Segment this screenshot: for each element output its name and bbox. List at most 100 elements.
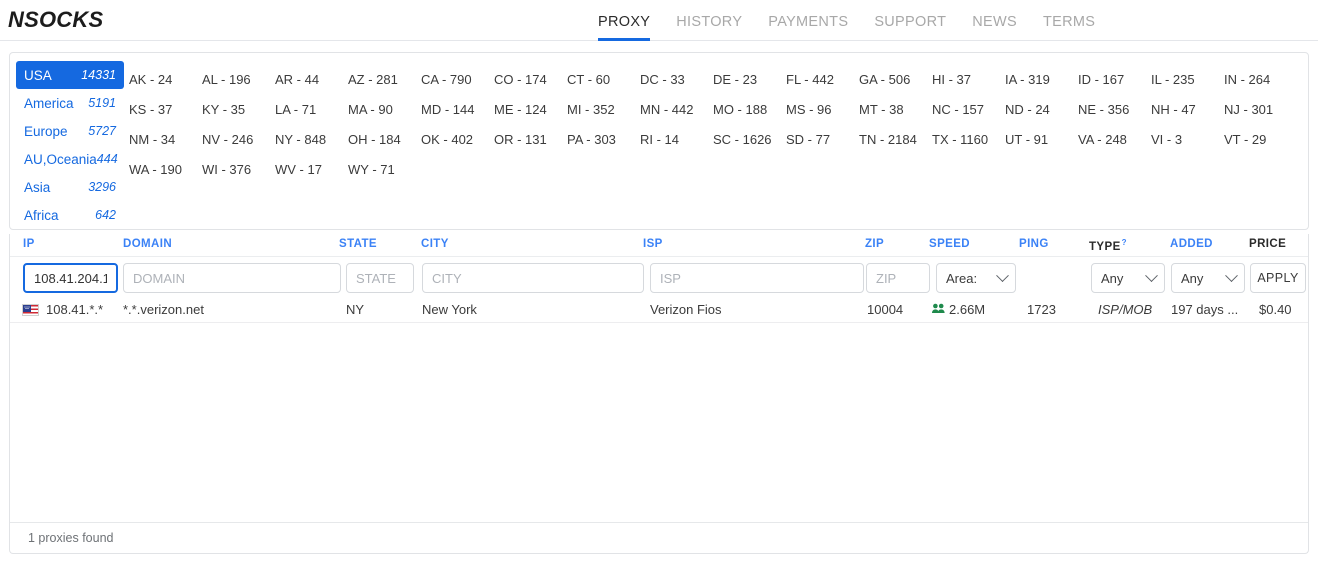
state-item[interactable]: UT - 91 bbox=[1005, 125, 1078, 155]
state-item[interactable]: MT - 38 bbox=[859, 95, 932, 125]
state-item[interactable]: NC - 157 bbox=[932, 95, 1005, 125]
state-item[interactable]: WI - 376 bbox=[202, 155, 275, 185]
region-count: 3296 bbox=[88, 180, 116, 194]
region-count: 14331 bbox=[81, 68, 116, 82]
nav-item-terms[interactable]: TERMS bbox=[1043, 0, 1095, 41]
state-item[interactable]: VI - 3 bbox=[1151, 125, 1224, 155]
state-item[interactable]: WY - 71 bbox=[348, 155, 421, 185]
state-item[interactable]: OK - 402 bbox=[421, 125, 494, 155]
state-item[interactable]: DC - 33 bbox=[640, 65, 713, 95]
state-item[interactable]: NV - 246 bbox=[202, 125, 275, 155]
region-item-europe[interactable]: Europe 5727 bbox=[16, 117, 124, 145]
filter-zip-input[interactable] bbox=[866, 263, 930, 293]
state-item[interactable]: HI - 37 bbox=[932, 65, 1005, 95]
state-item[interactable]: IL - 235 bbox=[1151, 65, 1224, 95]
state-item[interactable]: VT - 29 bbox=[1224, 125, 1297, 155]
filter-state-input[interactable] bbox=[346, 263, 414, 293]
state-item[interactable]: LA - 71 bbox=[275, 95, 348, 125]
region-count: 5727 bbox=[88, 124, 116, 138]
state-item[interactable]: CA - 790 bbox=[421, 65, 494, 95]
nav-item-news[interactable]: NEWS bbox=[972, 0, 1017, 41]
state-item[interactable]: IN - 264 bbox=[1224, 65, 1297, 95]
filter-ip-input[interactable] bbox=[23, 263, 118, 293]
nav-item-payments[interactable]: PAYMENTS bbox=[768, 0, 848, 41]
state-item[interactable]: TX - 1160 bbox=[932, 125, 1005, 155]
filter-added-select[interactable]: Any bbox=[1171, 263, 1245, 293]
column-header-domain[interactable]: DOMAIN bbox=[123, 238, 172, 250]
region-count: 5191 bbox=[88, 96, 116, 110]
state-item[interactable]: WA - 190 bbox=[129, 155, 202, 185]
column-header-ip[interactable]: IP bbox=[23, 238, 35, 250]
state-item[interactable]: ID - 167 bbox=[1078, 65, 1151, 95]
region-name: Europe bbox=[24, 123, 68, 139]
state-item[interactable]: AL - 196 bbox=[202, 65, 275, 95]
region-item-asia[interactable]: Asia 3296 bbox=[16, 173, 124, 201]
state-item[interactable]: MA - 90 bbox=[348, 95, 421, 125]
region-name: USA bbox=[24, 67, 52, 83]
state-item[interactable]: PA - 303 bbox=[567, 125, 640, 155]
state-item[interactable]: KS - 37 bbox=[129, 95, 202, 125]
state-item[interactable]: MS - 96 bbox=[786, 95, 859, 125]
state-item[interactable]: SC - 1626 bbox=[713, 125, 786, 155]
column-header-city[interactable]: CITY bbox=[421, 238, 449, 250]
brand-logo[interactable]: NSOCKS bbox=[0, 7, 103, 33]
state-item[interactable]: MI - 352 bbox=[567, 95, 640, 125]
filter-domain-input[interactable] bbox=[123, 263, 341, 293]
state-item[interactable]: AR - 44 bbox=[275, 65, 348, 95]
state-item[interactable]: WV - 17 bbox=[275, 155, 348, 185]
state-item[interactable]: OH - 184 bbox=[348, 125, 421, 155]
filter-type-select[interactable]: Any bbox=[1091, 263, 1165, 293]
us-flag-icon bbox=[22, 304, 39, 316]
state-item[interactable]: NM - 34 bbox=[129, 125, 202, 155]
column-header-ping[interactable]: PING bbox=[1019, 238, 1049, 250]
chevron-down-icon bbox=[1145, 268, 1158, 282]
column-header-isp[interactable]: ISP bbox=[643, 238, 663, 250]
filter-area-select[interactable]: Area: bbox=[936, 263, 1016, 293]
state-item[interactable]: NJ - 301 bbox=[1224, 95, 1297, 125]
nav-item-history[interactable]: HISTORY bbox=[676, 0, 742, 41]
state-item[interactable]: VA - 248 bbox=[1078, 125, 1151, 155]
region-item-africa[interactable]: Africa 642 bbox=[16, 201, 124, 229]
state-item[interactable]: NH - 47 bbox=[1151, 95, 1224, 125]
table-body: 108.41.*.* *.*.verizon.net NY New York Veriz… bbox=[10, 298, 1308, 323]
state-item[interactable]: CO - 174 bbox=[494, 65, 567, 95]
state-item[interactable]: FL - 442 bbox=[786, 65, 859, 95]
cell-type: ISP/MOB bbox=[1098, 302, 1153, 317]
state-item[interactable]: MD - 144 bbox=[421, 95, 494, 125]
state-item[interactable]: AZ - 281 bbox=[348, 65, 421, 95]
region-item-usa[interactable]: USA 14331 bbox=[16, 61, 124, 89]
region-name: AU,Oceania bbox=[24, 151, 97, 167]
state-item[interactable]: OR - 131 bbox=[494, 125, 567, 155]
filter-city-input[interactable] bbox=[422, 263, 644, 293]
type-help-icon[interactable]: ? bbox=[1122, 238, 1127, 247]
state-item[interactable]: CT - 60 bbox=[567, 65, 640, 95]
state-item[interactable]: RI - 14 bbox=[640, 125, 713, 155]
state-item[interactable]: MO - 188 bbox=[713, 95, 786, 125]
column-header-added[interactable]: ADDED bbox=[1170, 238, 1213, 250]
column-header-zip[interactable]: ZIP bbox=[865, 238, 884, 250]
state-item[interactable]: SD - 77 bbox=[786, 125, 859, 155]
nav-item-support[interactable]: SUPPORT bbox=[874, 0, 946, 41]
state-item[interactable]: DE - 23 bbox=[713, 65, 786, 95]
filter-isp-input[interactable] bbox=[650, 263, 864, 293]
state-item[interactable]: NE - 356 bbox=[1078, 95, 1151, 125]
apply-filters-button[interactable]: APPLY bbox=[1250, 263, 1306, 293]
cell-speed-value: 2.66M bbox=[949, 302, 986, 317]
table-row[interactable]: 108.41.*.* *.*.verizon.net NY New York Veriz… bbox=[10, 298, 1308, 323]
region-item-america[interactable]: America 5191 bbox=[16, 89, 124, 117]
state-item[interactable]: AK - 24 bbox=[129, 65, 202, 95]
state-item[interactable]: ME - 124 bbox=[494, 95, 567, 125]
column-header-state[interactable]: STATE bbox=[339, 238, 377, 250]
nav-item-proxy[interactable]: PROXY bbox=[598, 0, 651, 41]
cell-speed: 2.66M bbox=[932, 302, 1022, 317]
state-item[interactable]: KY - 35 bbox=[202, 95, 275, 125]
state-item[interactable]: GA - 506 bbox=[859, 65, 932, 95]
region-item-au-oceania[interactable]: AU,Oceania 444 bbox=[16, 145, 124, 173]
state-item[interactable]: NY - 848 bbox=[275, 125, 348, 155]
locations-panel: USA 14331 America 5191 Europe 5727 AU,Oceania 4… bbox=[9, 52, 1309, 230]
state-item[interactable]: MN - 442 bbox=[640, 95, 713, 125]
state-item[interactable]: ND - 24 bbox=[1005, 95, 1078, 125]
column-header-speed[interactable]: SPEED bbox=[929, 238, 970, 250]
state-item[interactable]: TN - 2184 bbox=[859, 125, 932, 155]
state-item[interactable]: IA - 319 bbox=[1005, 65, 1078, 95]
